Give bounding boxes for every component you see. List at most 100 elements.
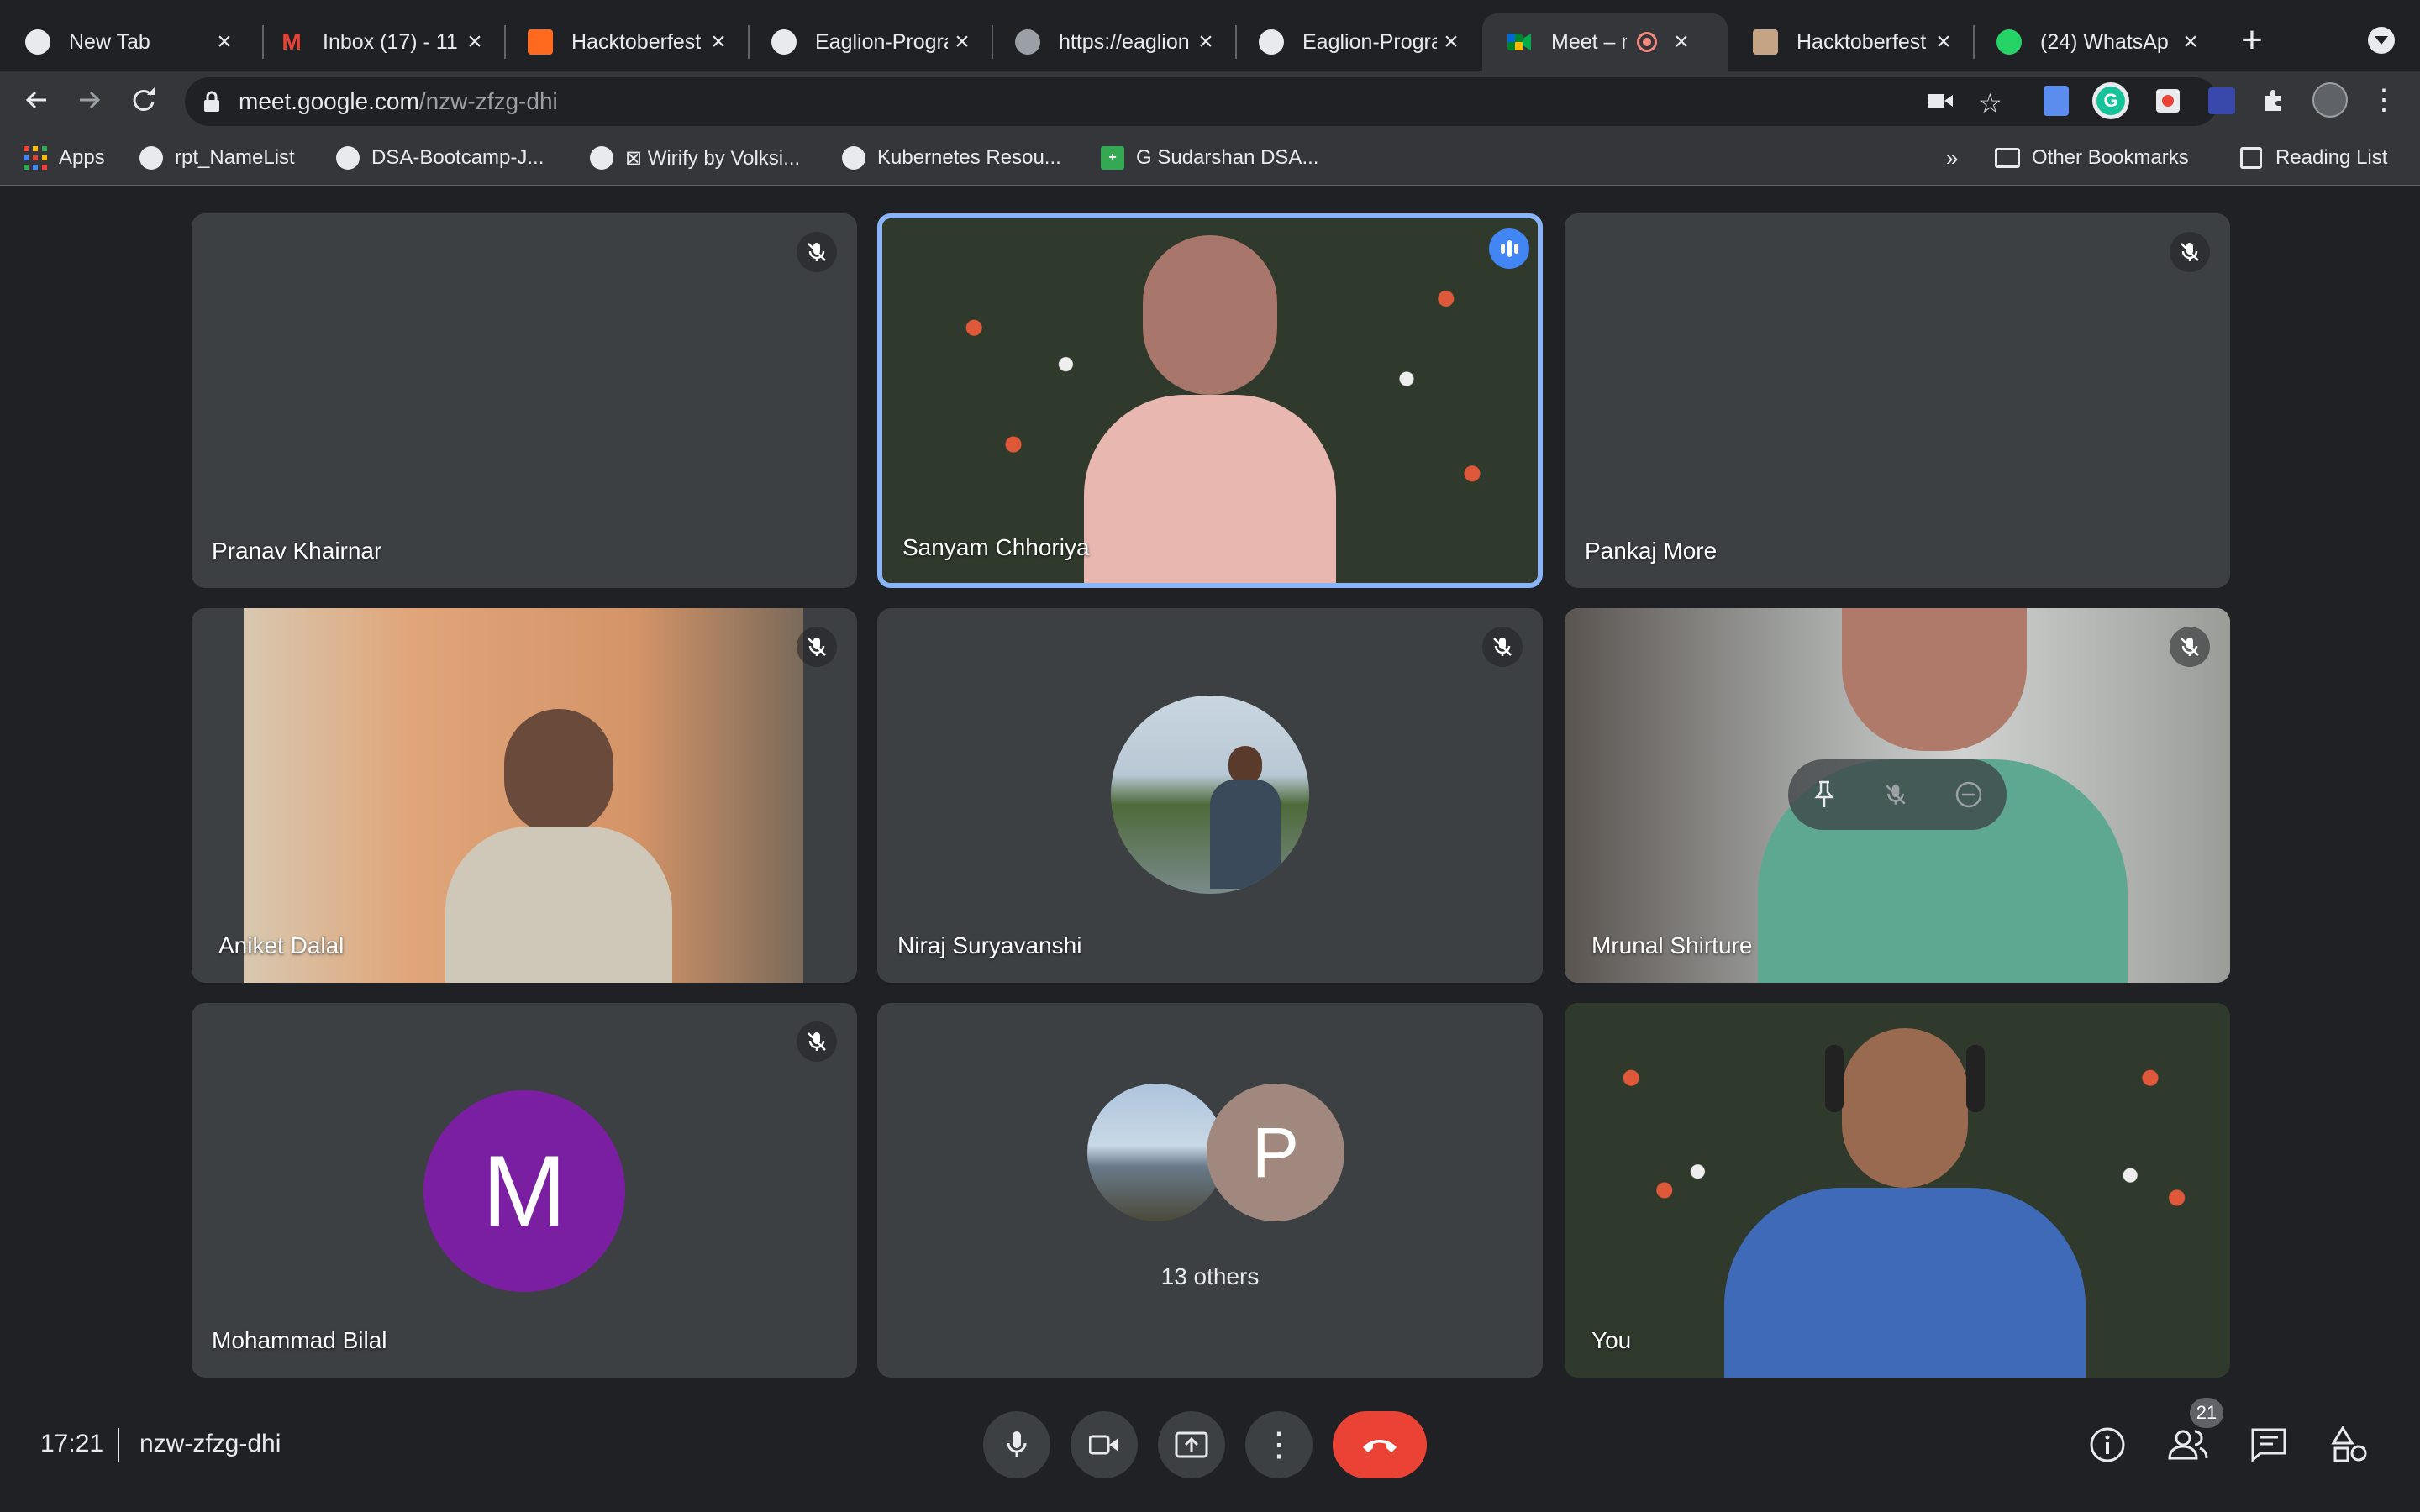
tab-whatsapp[interactable]: (24) WhatsAp × [1971,13,2218,71]
browser-tab-strip: New Tab × M Inbox (17) - 11 × Hacktoberf… [0,0,2420,71]
mic-off-icon [1482,627,1523,667]
reading-list[interactable]: Reading List [2240,139,2387,176]
tab-eaglion-url[interactable]: https://eaglion × [990,13,1234,71]
close-icon[interactable]: × [1929,28,1958,56]
whatsapp-icon [1996,29,2022,55]
bookmark-sudarshan-dsa[interactable]: + G Sudarshan DSA... [1101,139,1318,176]
participant-tile[interactable]: Pankaj More [1565,213,2230,588]
chrome-icon [25,29,50,55]
close-icon[interactable]: × [1437,28,1465,56]
back-arrow-icon[interactable] [22,86,50,114]
github-icon [336,146,360,170]
close-icon[interactable]: × [948,28,976,56]
participant-tile-hovered[interactable]: Mrunal Shirture [1565,608,2230,983]
participant-tile[interactable]: M Mohammad Bilal [192,1003,857,1378]
forward-arrow-icon[interactable] [76,86,104,114]
globe-icon [590,146,613,170]
microphone-button[interactable] [983,1411,1050,1478]
address-bar[interactable]: meet.google.com/nzw-zfzg-dhi ☆ [185,77,2218,126]
participant-tile[interactable]: Aniket Dalal [192,608,857,983]
tab-title: Hacktoberfest [571,29,702,54]
bookmark-wirify[interactable]: ⊠ Wirify by Volksi... [590,139,800,176]
tab-title: Eaglion-Progra [815,29,948,54]
close-icon[interactable]: × [704,28,733,56]
meeting-code: nzw-zfzg-dhi [139,1430,281,1457]
lock-icon [203,91,220,117]
leave-call-button[interactable] [1333,1411,1427,1478]
extension-color-icon[interactable] [2156,89,2180,113]
tab-title: New Tab [69,29,150,54]
profile-avatar[interactable] [2312,82,2348,118]
tab-title: https://eaglion [1059,29,1190,54]
tab-github-2[interactable]: Eaglion-Progra × [1234,13,1479,71]
participant-name: Mrunal Shirture [1591,932,1753,958]
remove-participant-icon[interactable] [1954,780,1983,809]
extension-translate-icon[interactable] [2044,86,2069,116]
chat-icon[interactable] [2247,1423,2291,1467]
bookmark-dsa-bootcamp[interactable]: DSA-Bootcamp-J... [336,139,544,176]
folder-icon [1995,148,2020,168]
meeting-details-info-icon[interactable] [2086,1423,2129,1467]
hacktoberfest-icon [1753,29,1778,55]
bookmark-label: rpt_NameList [175,146,295,169]
bookmark-label: Kubernetes Resou... [877,146,1061,169]
bookmark-label: Apps [59,146,105,169]
tab-hacktoberfest[interactable]: Hacktoberfest × [502,13,746,71]
menu-dots-icon[interactable]: ⋮ [2370,84,2398,116]
participant-tile-active-speaker[interactable]: Sanyam Chhoriya [877,213,1543,588]
camera-in-use-icon[interactable] [1928,91,1953,115]
activities-shapes-icon[interactable] [2328,1423,2371,1467]
github-icon [842,146,865,170]
bookmark-label: Other Bookmarks [2032,146,2189,169]
close-icon[interactable]: × [1192,28,1220,56]
present-screen-button[interactable] [1158,1411,1225,1478]
participant-tile[interactable]: Niraj Suryavanshi [877,608,1543,983]
grammarly-icon[interactable]: G [2092,82,2129,119]
mic-off-icon [797,232,837,272]
reload-icon[interactable] [129,86,158,114]
globe-icon [139,146,163,170]
self-view-tile[interactable]: You [1565,1003,2230,1378]
bookmark-star-icon[interactable]: ☆ [1978,87,2002,119]
bookmark-label: DSA-Bootcamp-J... [371,146,544,169]
extension-bracket-icon[interactable] [2208,87,2235,114]
avatar-initial: P [1251,1112,1300,1192]
bookmark-kubernetes[interactable]: Kubernetes Resou... [842,139,1061,176]
mic-off-icon [797,1021,837,1062]
close-icon[interactable]: × [2176,28,2205,56]
people-icon[interactable] [2166,1423,2210,1467]
tab-meet[interactable]: Meet – nz × [1482,13,1728,71]
participant-tile[interactable]: Pranav Khairnar [192,213,857,588]
hacktoberfest-icon [528,29,553,55]
github-icon [771,29,797,55]
tab-search-icon[interactable] [2368,27,2395,54]
bookmarks-bar: Apps rpt_NameList DSA-Bootcamp-J... ⊠ Wi… [0,133,2420,299]
new-tab-plus-icon[interactable]: + [2232,19,2272,60]
mic-off-icon[interactable] [1883,782,1908,807]
pin-icon[interactable] [1812,780,1837,809]
globe-icon [1015,29,1040,55]
close-icon[interactable]: × [1667,28,1696,56]
gmail-icon: M [281,29,302,55]
bookmark-rpt-namelist[interactable]: rpt_NameList [139,139,295,176]
others-tile[interactable]: P 13 others [877,1003,1543,1378]
participant-name: Pranav Khairnar [212,538,382,564]
extensions-puzzle-icon[interactable] [2260,86,2289,114]
tab-github-1[interactable]: Eaglion-Progra × [746,13,990,71]
close-icon[interactable]: × [460,28,489,56]
bookmarks-overflow-chevron-icon[interactable]: » [1946,139,1958,176]
avatar-initial: M [482,1135,566,1247]
bookmark-apps[interactable]: Apps [24,139,105,176]
tab-new-tab[interactable]: New Tab × [0,13,252,71]
tab-gmail[interactable]: M Inbox (17) - 11 × [254,13,502,71]
people-count-badge: 21 [2190,1398,2223,1428]
camera-button[interactable] [1071,1411,1138,1478]
bookmark-label: G Sudarshan DSA... [1136,146,1319,169]
bookmark-other-bookmarks[interactable]: Other Bookmarks [1995,139,2189,176]
divider [118,1428,119,1462]
close-icon[interactable]: × [210,28,239,56]
more-options-button[interactable]: ⋮ [1245,1411,1313,1478]
video-camera-icon [1089,1433,1119,1457]
tab-hacktoberfest-2[interactable]: Hacktoberfest × [1728,13,1971,71]
tab-title: (24) WhatsAp [2040,29,2169,54]
